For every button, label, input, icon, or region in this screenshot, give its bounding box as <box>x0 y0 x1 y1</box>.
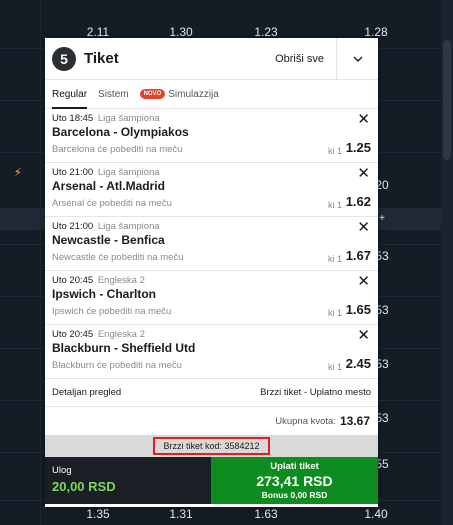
potential-win-amount: 273,41 RSD <box>256 473 333 489</box>
bet-league: Engleska 2 <box>97 329 145 340</box>
bet-market: ki 1 <box>327 362 342 372</box>
quick-ticket-code: Brzzi tiket kod: 3584212 <box>153 437 270 455</box>
background-odd[interactable]: 1.63 <box>236 507 296 521</box>
bet-pick: Barcelona će pobediti na meču <box>52 144 183 155</box>
stake-box[interactable]: Ulog 20,00 RSD <box>45 457 211 504</box>
bet-market: ki 1 <box>327 200 342 210</box>
tab-simulation[interactable]: NOVO Simulazzija <box>139 88 219 100</box>
bet-market: ki 1 <box>327 146 342 156</box>
bet-odd: 1.25 <box>345 140 371 155</box>
tab-system[interactable]: Sistem <box>98 80 129 109</box>
bet-meta: Uto 21:00 Liga šampiona <box>52 167 160 178</box>
clear-all-button[interactable]: Obriši sve <box>275 53 324 65</box>
chevron-down-icon <box>353 56 362 62</box>
remove-bet-close-icon[interactable]: ✕ <box>357 166 370 181</box>
bet-pick: Ipswich će pobediti na meču <box>52 306 172 317</box>
bet-pick: Blackburn će pobediti na meču <box>52 360 182 371</box>
bet-time: Uto 20:45 <box>52 275 94 286</box>
background-odd[interactable]: 2.11 <box>68 25 128 39</box>
total-odds-label: Ukupna kvota: <box>275 415 336 427</box>
bet-item: Uto 21:00 Liga šampiona Newcastle - Benf… <box>45 217 378 271</box>
bet-match: Blackburn - Sheffield Utd <box>52 341 196 355</box>
scrollbar-thumb[interactable] <box>443 40 451 160</box>
bet-type-tabs: Regular Sistem NOVO Simulazzija <box>45 80 378 109</box>
ticket-links: Detaljan pregled Brzzi tiket - Uplatno m… <box>45 379 378 407</box>
remove-bet-close-icon[interactable]: ✕ <box>357 274 370 289</box>
total-odds-value: 13.67 <box>339 414 370 428</box>
stake-value: 20,00 RSD <box>52 479 116 494</box>
collapse-button[interactable] <box>336 37 378 80</box>
background-odd[interactable]: 1.31 <box>151 507 211 521</box>
bet-item: Uto 20:45 Engleska 2 Ipswich - Charlton … <box>45 271 378 325</box>
background-odd[interactable]: 1.23 <box>236 25 296 39</box>
background-odd[interactable]: 1.30 <box>151 25 211 39</box>
bet-count-badge: 5 <box>52 46 76 71</box>
tab-simulation-label: Simulazzija <box>168 88 219 100</box>
bet-slip-header: 5 Tiket Obriši sve <box>45 37 378 80</box>
bet-odd: 2.45 <box>345 356 371 371</box>
bet-league: Liga šampiona <box>97 221 160 232</box>
bet-league: Liga šampiona <box>97 167 160 178</box>
place-bet-label: Uplati tiket <box>270 461 319 472</box>
remove-bet-close-icon[interactable]: ✕ <box>357 112 370 127</box>
bet-list: Uto 18:45 Liga šampiona Barcelona - Olym… <box>45 109 378 379</box>
bet-item: Uto 20:45 Engleska 2 Blackburn - Sheffie… <box>45 325 378 379</box>
background-odd[interactable]: 1.40 <box>346 507 406 521</box>
remove-bet-close-icon[interactable]: ✕ <box>357 328 370 343</box>
bet-item: Uto 18:45 Liga šampiona Barcelona - Olym… <box>45 109 378 163</box>
bonus-amount: Bonus 0,00 RSD <box>261 490 328 500</box>
bet-market: ki 1 <box>327 308 342 318</box>
bet-odd: 1.65 <box>345 302 371 317</box>
detailed-view-link[interactable]: Detaljan pregled <box>52 387 121 398</box>
bet-meta: Uto 20:45 Engleska 2 <box>52 329 145 340</box>
bet-meta: Uto 18:45 Liga šampiona <box>52 113 160 124</box>
bet-odd: 1.62 <box>345 194 371 209</box>
bet-meta: Uto 20:45 Engleska 2 <box>52 275 145 286</box>
background-column-line <box>40 0 41 525</box>
ticket-footer: Ulog 20,00 RSD Uplati tiket 273,41 RSD B… <box>45 457 378 504</box>
new-badge: NOVO <box>139 89 166 99</box>
bet-time: Uto 18:45 <box>52 113 94 124</box>
bet-market: ki 1 <box>327 254 342 264</box>
bet-item: Uto 21:00 Liga šampiona Arsenal - Atl.Ma… <box>45 163 378 217</box>
bet-time: Uto 21:00 <box>52 221 94 232</box>
quick-ticket-code-bar: Brzzi tiket kod: 3584212 <box>45 435 378 457</box>
place-bet-button[interactable]: Uplati tiket 273,41 RSD Bonus 0,00 RSD <box>211 457 378 504</box>
lightning-icon: ⚡ <box>14 167 22 179</box>
total-odds-row: Ukupna kvota: 13.67 <box>45 407 378 435</box>
bet-slip-title: Tiket <box>84 50 119 67</box>
bet-time: Uto 20:45 <box>52 329 94 340</box>
bet-league: Liga šampiona <box>97 113 160 124</box>
remove-bet-close-icon[interactable]: ✕ <box>357 220 370 235</box>
bet-match: Newcastle - Benfica <box>52 233 165 247</box>
bet-pick: Arsenal će pobediti na meču <box>52 198 172 209</box>
tab-regular[interactable]: Regular <box>52 80 88 109</box>
quick-ticket-link[interactable]: Brzzi tiket - Uplatno mesto <box>260 387 371 398</box>
bet-match: Barcelona - Olympiakos <box>52 125 189 139</box>
bet-slip-panel: 5 Tiket Obriši sve Regular Sistem NOVO S… <box>45 37 378 507</box>
background-odd[interactable]: 1.35 <box>68 507 128 521</box>
bet-pick: Newcastle će pobediti na meču <box>52 252 184 263</box>
bet-league: Engleska 2 <box>97 275 145 286</box>
bet-time: Uto 21:00 <box>52 167 94 178</box>
bet-meta: Uto 21:00 Liga šampiona <box>52 221 160 232</box>
bet-match: Arsenal - Atl.Madrid <box>52 179 165 193</box>
bet-odd: 1.67 <box>345 248 371 263</box>
bet-match: Ipswich - Charlton <box>52 287 157 301</box>
stake-label: Ulog <box>52 465 72 476</box>
